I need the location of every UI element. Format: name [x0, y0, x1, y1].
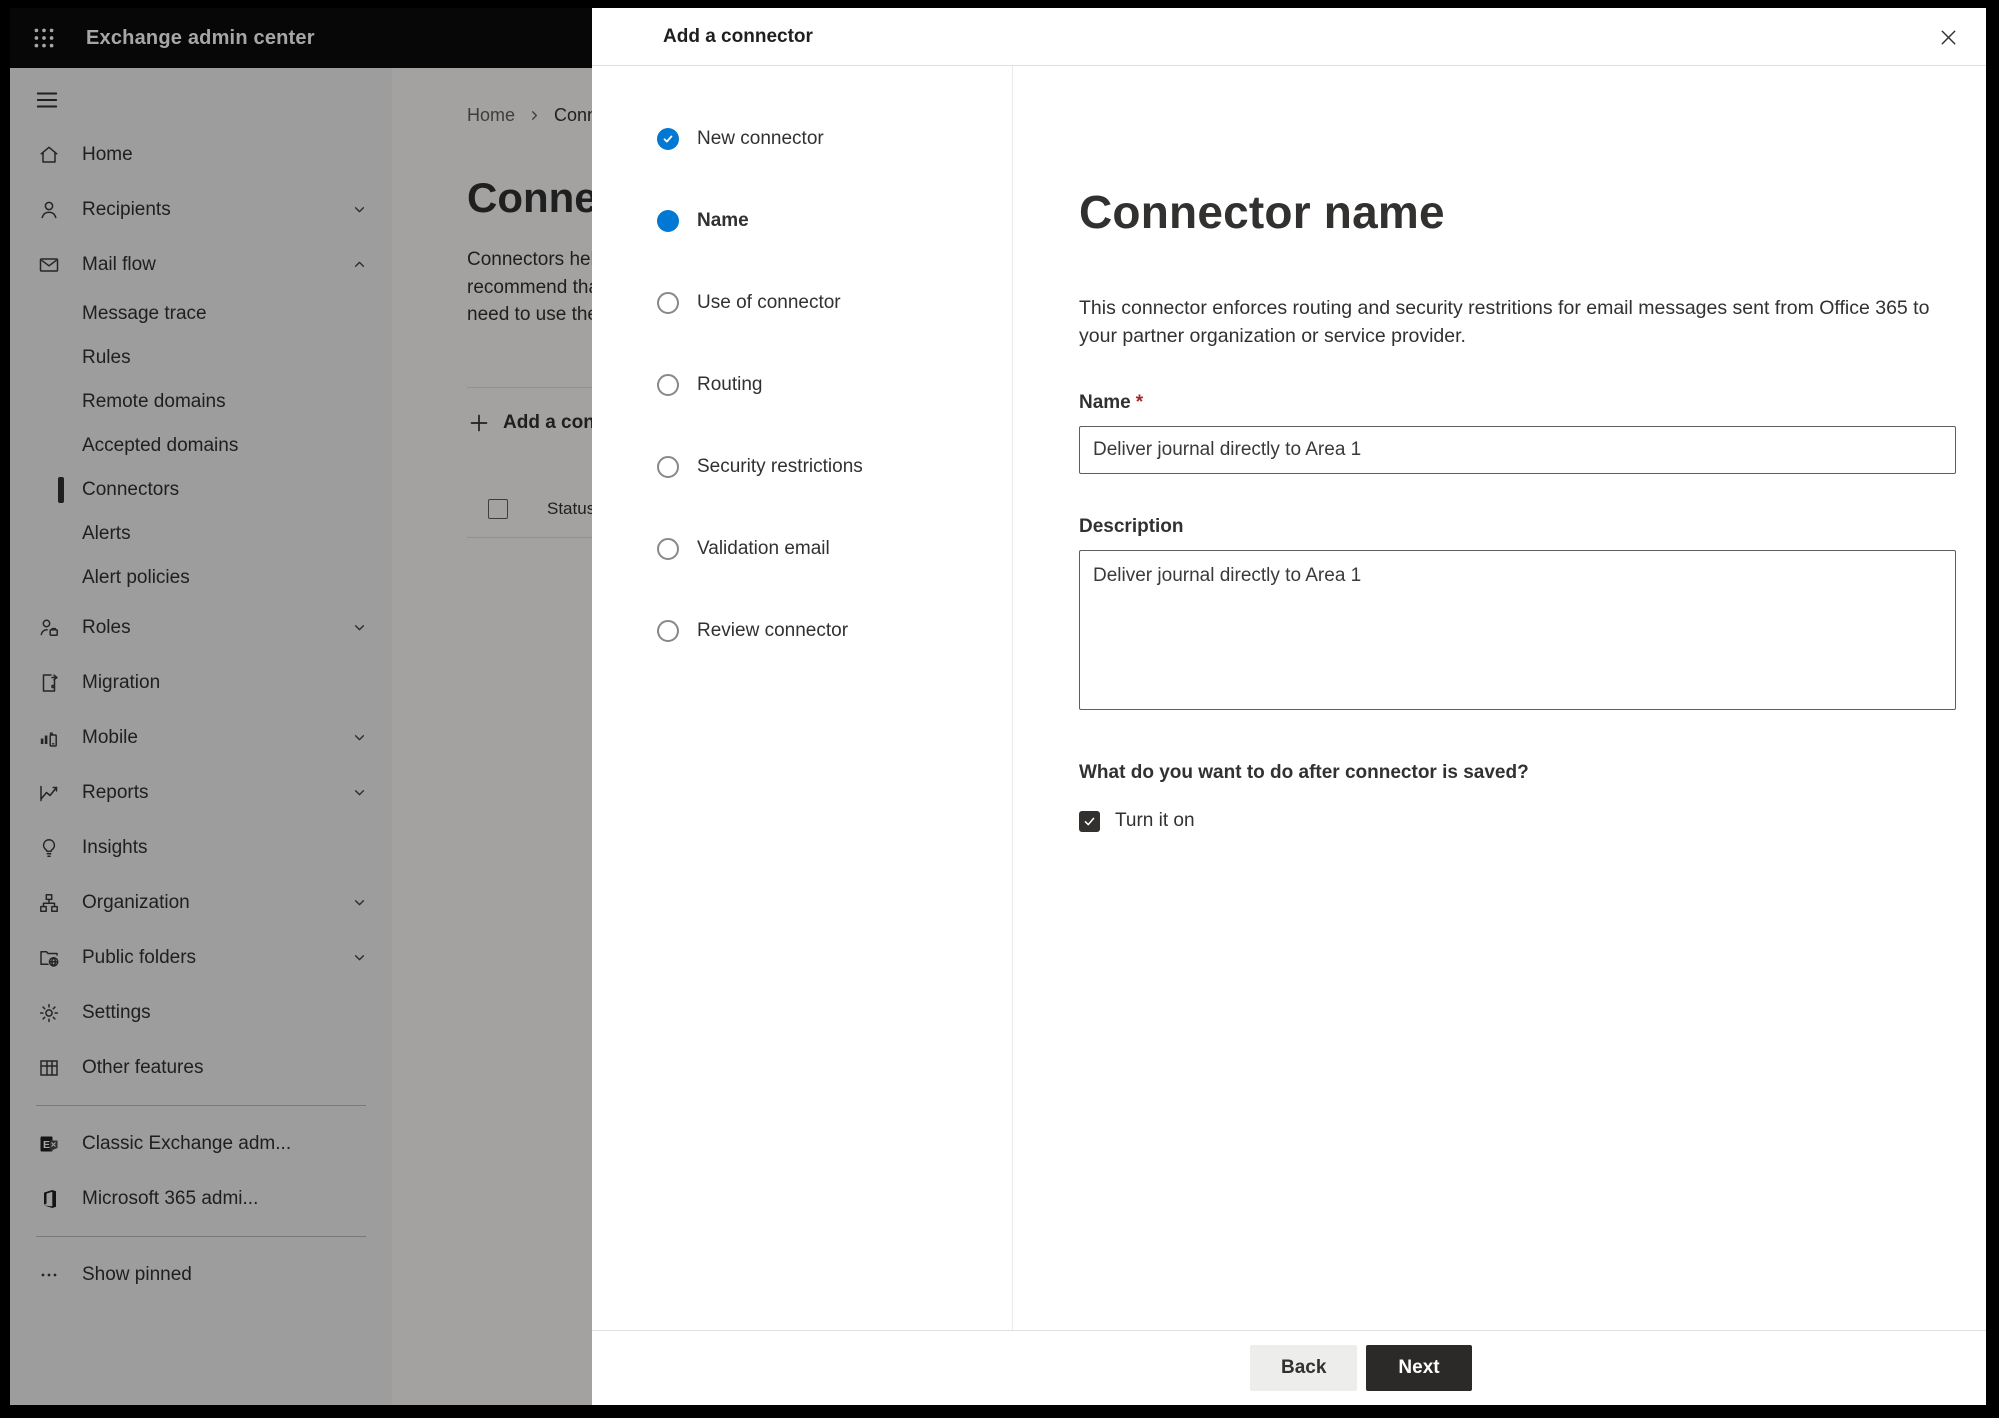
- step-use-of-connector[interactable]: Use of connector: [657, 292, 1012, 374]
- step-upcoming-icon: [657, 292, 679, 314]
- close-button[interactable]: [1928, 17, 1968, 57]
- back-button[interactable]: Back: [1250, 1345, 1358, 1391]
- step-label: Routing: [697, 374, 763, 395]
- next-button[interactable]: Next: [1366, 1345, 1472, 1391]
- name-input[interactable]: [1079, 426, 1956, 474]
- dialog-body: New connector Name Use of connector Rout…: [592, 66, 1986, 1330]
- step-completed-icon: [657, 128, 679, 150]
- step-label: Name: [697, 210, 749, 231]
- step-review-connector[interactable]: Review connector: [657, 620, 1012, 702]
- step-new-connector[interactable]: New connector: [657, 128, 1012, 210]
- wizard-content: Connector name This connector enforces r…: [1013, 66, 1986, 1330]
- step-upcoming-icon: [657, 374, 679, 396]
- step-current-icon: [657, 210, 679, 232]
- description-textarea[interactable]: Deliver journal directly to Area 1: [1079, 550, 1956, 710]
- required-marker: *: [1135, 392, 1144, 413]
- step-security-restrictions[interactable]: Security restrictions: [657, 456, 1012, 538]
- add-connector-dialog: Add a connector New connector Name Use o…: [592, 8, 1986, 1405]
- step-validation-email[interactable]: Validation email: [657, 538, 1012, 620]
- dialog-header: Add a connector: [592, 8, 1986, 66]
- step-label: Review connector: [697, 620, 849, 641]
- step-label: Use of connector: [697, 292, 841, 313]
- step-label: Security restrictions: [697, 456, 863, 477]
- description-field-label: Description: [1079, 516, 1184, 537]
- step-upcoming-icon: [657, 538, 679, 560]
- turn-it-on-label: Turn it on: [1115, 810, 1195, 831]
- wizard-stepper: New connector Name Use of connector Rout…: [592, 66, 1013, 1330]
- wizard-page-description: This connector enforces routing and secu…: [1079, 297, 1930, 347]
- step-label: Validation email: [697, 538, 830, 559]
- step-name[interactable]: Name: [657, 210, 1012, 292]
- step-upcoming-icon: [657, 620, 679, 642]
- step-label: New connector: [697, 128, 824, 149]
- checkmark-icon: [1082, 814, 1097, 829]
- screenshot-frame: Exchange admin center Home Recipients Ma…: [0, 0, 1999, 1418]
- turn-it-on-option[interactable]: Turn it on: [1079, 810, 1986, 832]
- wizard-page-heading: Connector name: [1079, 186, 1445, 238]
- close-icon: [1937, 26, 1960, 49]
- app-window: Exchange admin center Home Recipients Ma…: [10, 8, 1986, 1405]
- after-save-question: What do you want to do after connector i…: [1079, 762, 1529, 783]
- turn-it-on-checkbox[interactable]: [1079, 810, 1100, 832]
- name-field-label: Name *: [1079, 392, 1144, 413]
- dialog-title: Add a connector: [663, 26, 813, 47]
- step-upcoming-icon: [657, 456, 679, 478]
- step-routing[interactable]: Routing: [657, 374, 1012, 456]
- dialog-footer: Back Next: [592, 1330, 1986, 1405]
